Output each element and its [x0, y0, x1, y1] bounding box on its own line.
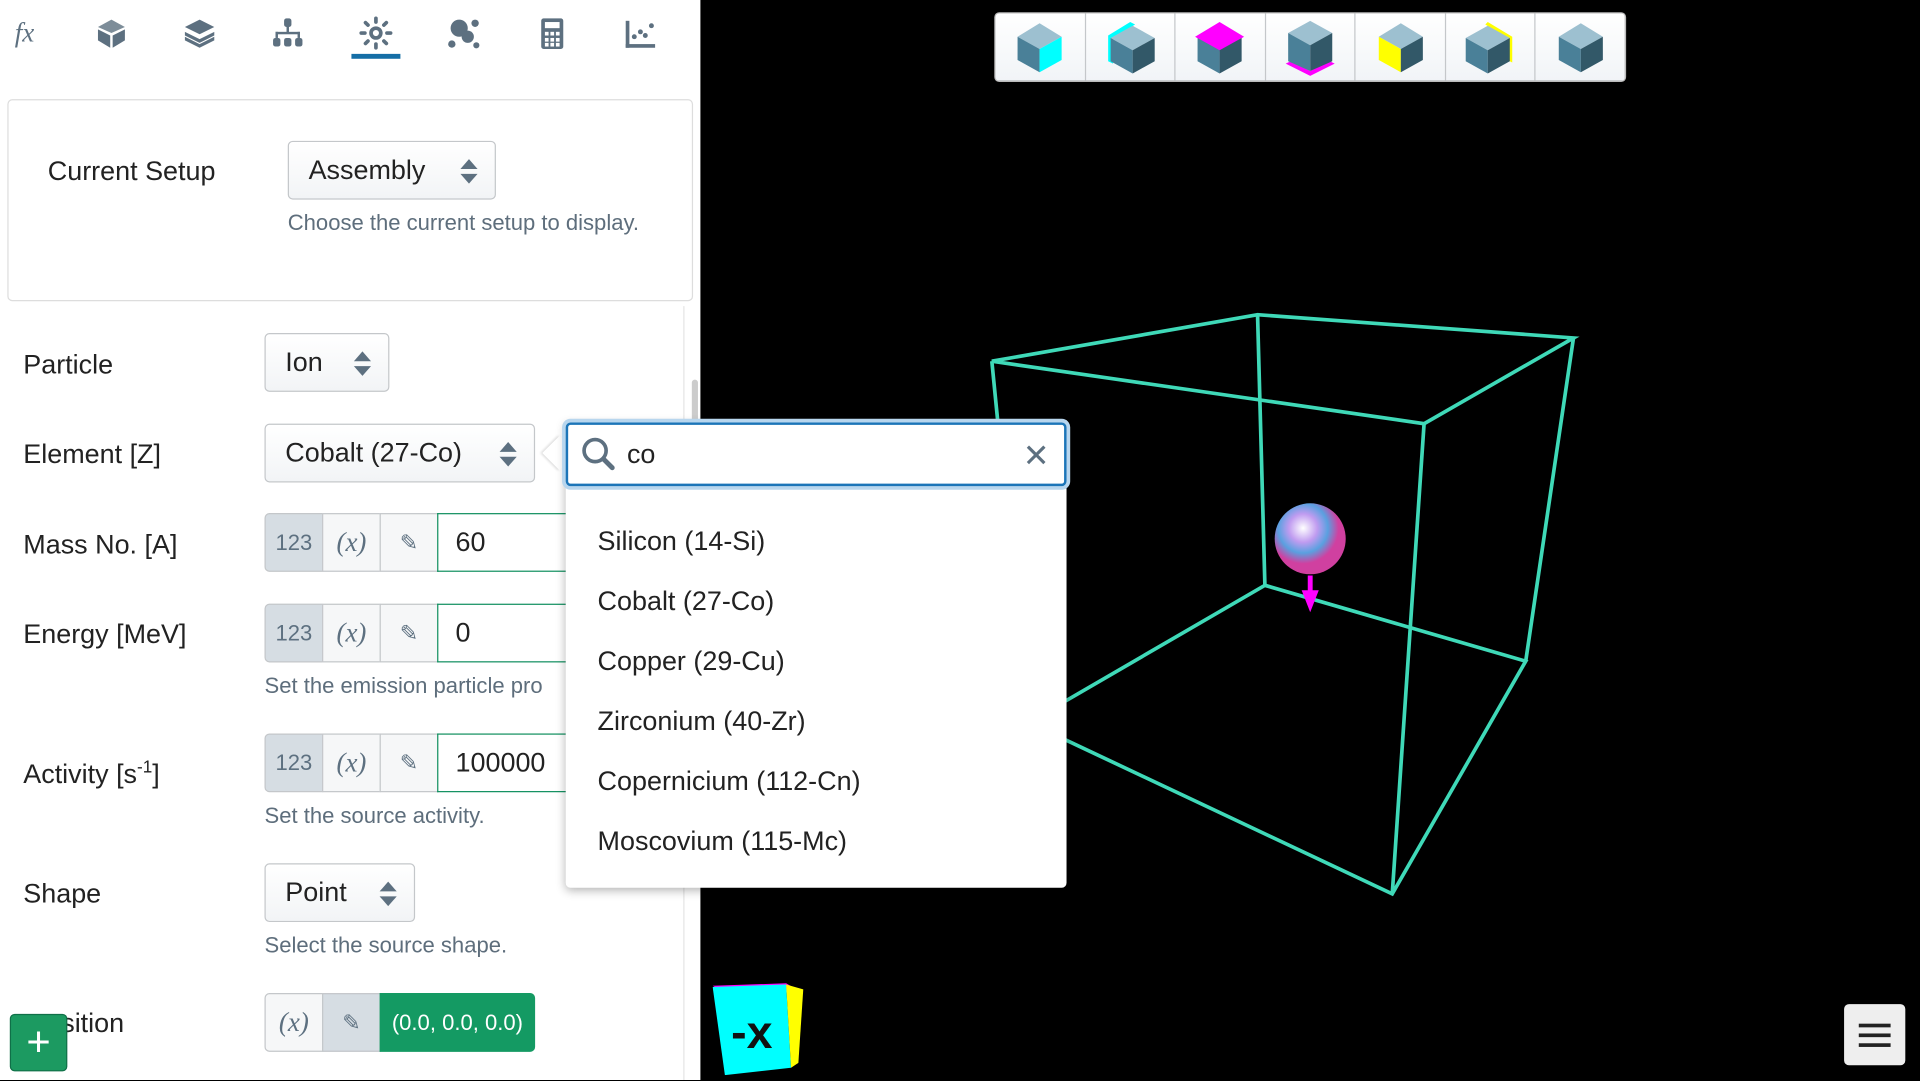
element-option[interactable]: Zirconium (40-Zr) — [598, 705, 806, 737]
source-sphere — [1274, 503, 1346, 575]
orientation-cube[interactable]: -x — [712, 980, 806, 1076]
svg-text:-x: -x — [731, 1006, 772, 1058]
view-iso-button[interactable] — [1536, 13, 1625, 80]
cube-face-top-icon — [1195, 21, 1245, 73]
cube-face-back-icon — [1465, 21, 1513, 73]
element-option[interactable]: Copper (29-Cu) — [598, 645, 785, 677]
view-minus-z-button[interactable] — [1446, 13, 1537, 81]
view-minus-y-button[interactable] — [1266, 13, 1356, 81]
element-search-dropdown: ✕ Silicon (14-Si) Cobalt (27-Co) Copper … — [565, 422, 1067, 888]
cube-iso-icon — [1558, 22, 1603, 72]
cube-face-right-icon — [1017, 22, 1062, 72]
element-option[interactable]: Moscovium (115-Mc) — [598, 825, 847, 857]
element-search-input[interactable] — [626, 438, 995, 471]
view-plus-z-button[interactable] — [1356, 13, 1446, 81]
cube-face-front-icon — [1378, 22, 1423, 72]
cube-face-left-icon — [1107, 21, 1155, 73]
hamburger-menu-button[interactable] — [1844, 1004, 1906, 1066]
clear-search-icon[interactable]: ✕ — [1023, 437, 1050, 475]
view-plus-x-button[interactable] — [996, 13, 1086, 81]
element-search-field: ✕ — [565, 422, 1067, 487]
element-option[interactable]: Copernicium (112-Cn) — [598, 765, 861, 797]
element-option[interactable]: Silicon (14-Si) — [598, 525, 766, 557]
search-icon — [582, 437, 615, 471]
view-plus-y-button[interactable] — [1176, 13, 1266, 81]
view-toolbar — [994, 12, 1627, 83]
direction-arrow — [1301, 575, 1319, 613]
world-wireframe-box — [990, 312, 1580, 897]
element-option[interactable]: Cobalt (27-Co) — [598, 585, 775, 617]
cube-face-bottom-icon — [1285, 20, 1335, 76]
view-minus-x-button[interactable] — [1086, 13, 1176, 81]
